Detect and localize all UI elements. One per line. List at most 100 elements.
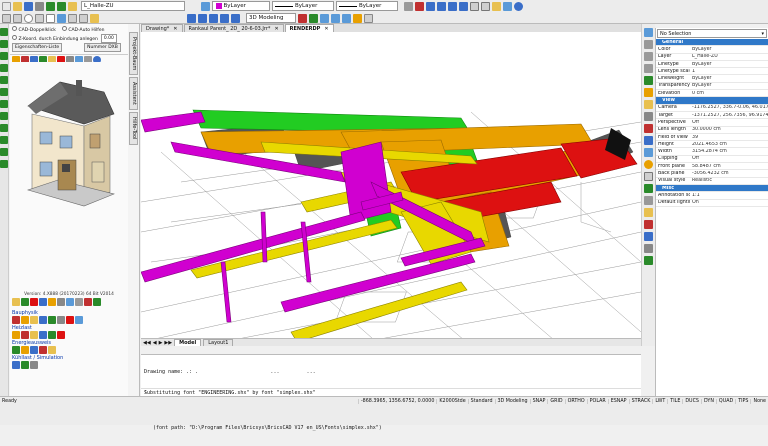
property-row[interactable]: Back plane -3056.4232 cm (656, 170, 768, 178)
explorer-icon[interactable] (644, 244, 653, 253)
dimension-icon[interactable] (79, 13, 88, 23)
property-value[interactable]: 1 (690, 69, 768, 74)
library-icon[interactable] (644, 256, 653, 265)
property-row[interactable]: Front plane 58.8487 cm (656, 163, 768, 171)
draw-rect-icon[interactable] (46, 13, 55, 23)
property-row[interactable]: Default lightingOn (656, 200, 768, 207)
next-tab-icon[interactable]: ▶ (159, 340, 163, 346)
property-value[interactable]: L_Halle-ZU (690, 54, 768, 59)
draw-polyline-icon[interactable] (13, 13, 22, 23)
union-icon[interactable] (209, 13, 218, 23)
energie-icon-2[interactable] (21, 346, 29, 354)
energie-icon-4[interactable] (39, 346, 47, 354)
copy-icon[interactable] (426, 1, 435, 11)
status-toggle-snap[interactable]: SNAP (529, 399, 548, 404)
kuehllast-icon-3[interactable] (30, 361, 38, 369)
close-icon[interactable]: ✕ (324, 26, 328, 32)
linetype-select[interactable]: ByLayer (272, 1, 334, 11)
line-tool-icon[interactable] (0, 28, 8, 36)
scale-icon[interactable] (448, 1, 457, 11)
text-icon[interactable] (68, 13, 77, 23)
view-iso-icon[interactable] (342, 13, 351, 23)
status-toggle-grid[interactable]: GRID (547, 399, 564, 404)
last-tab-icon[interactable]: ▶▶ (164, 340, 172, 346)
first-tab-icon[interactable]: ◀◀ (143, 340, 151, 346)
tab-assistent[interactable]: Assistent (129, 77, 138, 111)
solid-icon[interactable] (198, 13, 207, 23)
region-tool-icon[interactable] (0, 112, 8, 120)
property-value[interactable]: 1:1 (690, 193, 768, 198)
tab-model[interactable]: Model (174, 339, 202, 346)
property-value[interactable]: ByLayer (690, 47, 768, 52)
circle-tool-icon[interactable] (0, 52, 8, 60)
spline-tool-icon[interactable] (0, 64, 8, 72)
move-icon[interactable] (415, 1, 424, 11)
module-edit-icon[interactable] (21, 298, 29, 306)
property-value[interactable]: ByLayer (690, 62, 768, 67)
kuehllast-icon-2[interactable] (21, 361, 29, 369)
undo-icon[interactable] (46, 1, 55, 11)
heizlast-icon-1[interactable] (12, 331, 20, 339)
bauphysik-icon-6[interactable] (57, 316, 65, 324)
status-toggle-quad[interactable]: QUAD (715, 399, 735, 404)
property-value[interactable]: ByLayer (690, 83, 768, 88)
point-tool-icon[interactable] (0, 88, 8, 96)
mtext-tool-icon[interactable] (0, 148, 8, 156)
draw-arc-icon[interactable] (35, 13, 44, 23)
pan-icon[interactable] (481, 1, 490, 11)
help-icon[interactable] (514, 1, 523, 11)
redo-icon[interactable] (57, 1, 66, 11)
property-row[interactable]: Visual style Realistic (656, 178, 768, 185)
module-draw-icon[interactable] (12, 298, 20, 306)
cad-doubleclick-checkbox[interactable]: CAD-Doppelklick (12, 26, 56, 34)
heizlast-icon-3[interactable] (30, 331, 38, 339)
property-value[interactable]: 39 (690, 135, 768, 140)
open-file-icon[interactable] (13, 1, 22, 11)
energie-icon-3[interactable] (30, 346, 38, 354)
status-workspace[interactable]: 3D Modeling (494, 399, 530, 404)
hatch-icon[interactable] (57, 13, 66, 23)
match-layer-icon[interactable] (201, 1, 210, 11)
render-icon[interactable] (492, 1, 501, 11)
camera-icon[interactable] (644, 112, 653, 121)
arc-tool-icon[interactable] (0, 40, 8, 48)
color-select[interactable]: ByLayer (212, 1, 270, 11)
hatch-tool-icon[interactable] (0, 100, 8, 108)
property-row[interactable]: Camera -1176.2527, 336.7-0.06, 46.0174 (656, 105, 768, 112)
print-icon[interactable] (35, 1, 44, 11)
status-toggle-lwt[interactable]: LWT (652, 399, 667, 404)
property-value[interactable]: Off (690, 156, 768, 161)
module-wall-icon[interactable] (48, 298, 56, 306)
status-toggle-ducs[interactable]: DUCS (682, 399, 701, 404)
subtract-icon[interactable] (220, 13, 229, 23)
lineweight-select[interactable]: ByLayer (336, 1, 398, 11)
select-icon[interactable] (404, 1, 413, 11)
status-toggle-tile[interactable]: TILE (667, 399, 682, 404)
energie-icon-5[interactable] (48, 346, 56, 354)
bauphysik-icon-8[interactable] (75, 316, 83, 324)
prev-tab-icon[interactable]: ◀ (153, 340, 157, 346)
wireframe-icon[interactable] (364, 13, 373, 23)
property-row[interactable]: Target -1371.2527, 256.7356, 96.9174 (656, 112, 768, 120)
doc-tab-renderdp[interactable]: RENDERDP ✕ (284, 24, 334, 32)
property-row[interactable]: Lens length 30.0000 cm (656, 127, 768, 134)
property-row[interactable]: Annotation scale1:1 (656, 192, 768, 200)
bauphysik-icon-5[interactable] (48, 316, 56, 324)
ucs-icon[interactable] (298, 13, 307, 23)
material-icon[interactable] (644, 136, 653, 145)
property-row[interactable]: Transparency ByLayer (656, 83, 768, 91)
property-row[interactable]: Width 3154.2874 cm (656, 148, 768, 156)
doc-tab-rankaul[interactable]: Rankaul Parent_ 2D_ 20-6-03.Jrr* ✕ (183, 24, 284, 32)
property-row[interactable]: Perspective Off (656, 119, 768, 127)
snap-icon[interactable] (644, 184, 653, 193)
pan-view-icon[interactable] (644, 76, 653, 85)
property-value[interactable]: 58.8487 cm (690, 164, 768, 169)
close-icon[interactable]: ✕ (173, 26, 177, 32)
heizlast-icon-6[interactable] (57, 331, 65, 339)
module-options-icon[interactable] (84, 298, 92, 306)
bauphysik-icon-2[interactable] (21, 316, 29, 324)
property-value[interactable]: -1371.2527, 256.7356, 96.9174 (690, 113, 768, 118)
property-row[interactable]: Field of view 39 (656, 134, 768, 142)
properties-selection-select[interactable]: No Selection ▾ (657, 29, 767, 38)
tab-layout1[interactable]: Layout1 (203, 339, 234, 346)
